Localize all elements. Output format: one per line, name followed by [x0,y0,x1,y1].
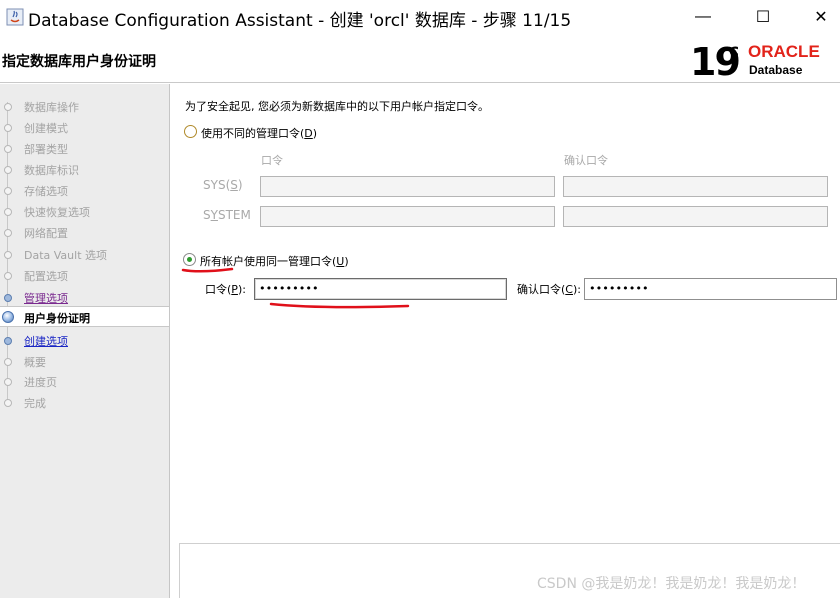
steps-sidebar: 数据库操作创建模式部署类型数据库标识存储选项快速恢复选项 网络配置 Data Vau… [0,84,170,598]
sidebar-step: 概要 [0,351,169,372]
oracle-logo: ORACLE [748,42,820,61]
step-label: 快速恢复选项 [24,206,90,219]
sidebar-step: 存储选项 [0,180,169,201]
sidebar-step: 创建模式 [0,117,169,138]
page-title: 指定数据库用户身份证明 [2,54,156,70]
page-header: 指定数据库用户身份证明 19 c ORACLE Database [0,34,840,84]
different-password-label[interactable]: 使用不同的管理口令(D) [201,125,317,141]
sidebar-step: Data Vault 选项 [0,244,169,265]
step-label: 数据库操作 [24,101,79,114]
system-row-label: SYSTEM [203,208,251,222]
confirm-column-header: 确认口令 [564,154,608,167]
password-input[interactable]: ••••••••• [254,278,507,300]
system-password-field [260,206,555,227]
sidebar-step[interactable]: 用户身份证明 [0,306,169,327]
step-indicator-icon [4,251,12,259]
sidebar-step: 快速恢复选项 [0,201,169,222]
step-label: 部署类型 [24,143,68,156]
csdn-watermark: CSDN @我是奶龙！我是奶龙！我是奶龙！ [537,576,806,592]
password-label: 口令(P): [205,283,246,296]
java-app-icon [6,8,24,26]
step-indicator-icon [4,187,12,195]
step-indicator-icon [4,337,12,345]
step-indicator-icon [2,311,14,323]
sys-password-field [260,176,555,197]
sys-confirm-field [563,176,828,197]
step-label: 数据库标识 [24,164,79,177]
sys-row-label: SYS(S) [203,178,243,192]
sidebar-step: 配置选项 [0,265,169,286]
close-button[interactable]: ✕ [798,0,840,34]
minimize-button[interactable]: — [680,0,726,34]
step-indicator-icon [4,358,12,366]
step-indicator-icon [4,145,12,153]
confirm-password-label: 确认口令(C): [517,283,581,296]
step-indicator-icon [4,378,12,386]
sidebar-step: 部署类型 [0,138,169,159]
confirm-password-input[interactable]: ••••••••• [584,278,837,300]
step-indicator-icon [4,166,12,174]
step-indicator-icon [4,399,12,407]
different-password-radio[interactable] [184,125,197,138]
same-password-radio[interactable] [183,253,196,266]
window-title: Database Configuration Assistant - 创建 'o… [28,11,572,31]
step-label: 完成 [24,397,46,410]
logo-suffix: c [729,41,740,61]
step-label: 创建模式 [24,122,68,135]
step-indicator-icon [4,124,12,132]
step-label: 存储选项 [24,185,68,198]
step-indicator-icon [4,208,12,216]
sidebar-step: 数据库操作 [0,96,169,117]
step-label: 进度页 [24,376,57,389]
step-label: 网络配置 [24,227,68,240]
step-indicator-icon [4,294,12,302]
sidebar-step: 数据库标识 [0,159,169,180]
sidebar-step[interactable]: 创建选项 [0,330,169,351]
logo-product: Database [749,63,803,77]
step-label: 创建选项 [24,335,68,348]
same-password-label[interactable]: 所有帐户使用同一管理口令(U) [200,253,349,269]
maximize-button[interactable]: ☐ [740,0,786,34]
password-column-header: 口令 [261,154,283,167]
step-indicator-icon [4,272,12,280]
sidebar-step: 网络配置 [0,222,169,243]
step-label: 配置选项 [24,270,68,283]
step-label: 管理选项 [24,292,68,305]
sidebar-step[interactable]: 管理选项 [0,287,169,308]
step-indicator-icon [4,103,12,111]
step-label: 用户身份证明 [24,312,90,325]
step-label: Data Vault 选项 [24,249,108,262]
main-panel: 为了安全起见, 您必须为新数据库中的以下用户帐户指定口令。 使用不同的管理口令(… [171,84,840,598]
sidebar-step: 进度页 [0,371,169,392]
sidebar-step: 完成 [0,392,169,413]
step-indicator-icon [4,229,12,237]
window-titlebar: Database Configuration Assistant - 创建 'o… [0,0,840,34]
system-confirm-field [563,206,828,227]
step-label: 概要 [24,356,46,369]
intro-text: 为了安全起见, 您必须为新数据库中的以下用户帐户指定口令。 [185,100,489,113]
